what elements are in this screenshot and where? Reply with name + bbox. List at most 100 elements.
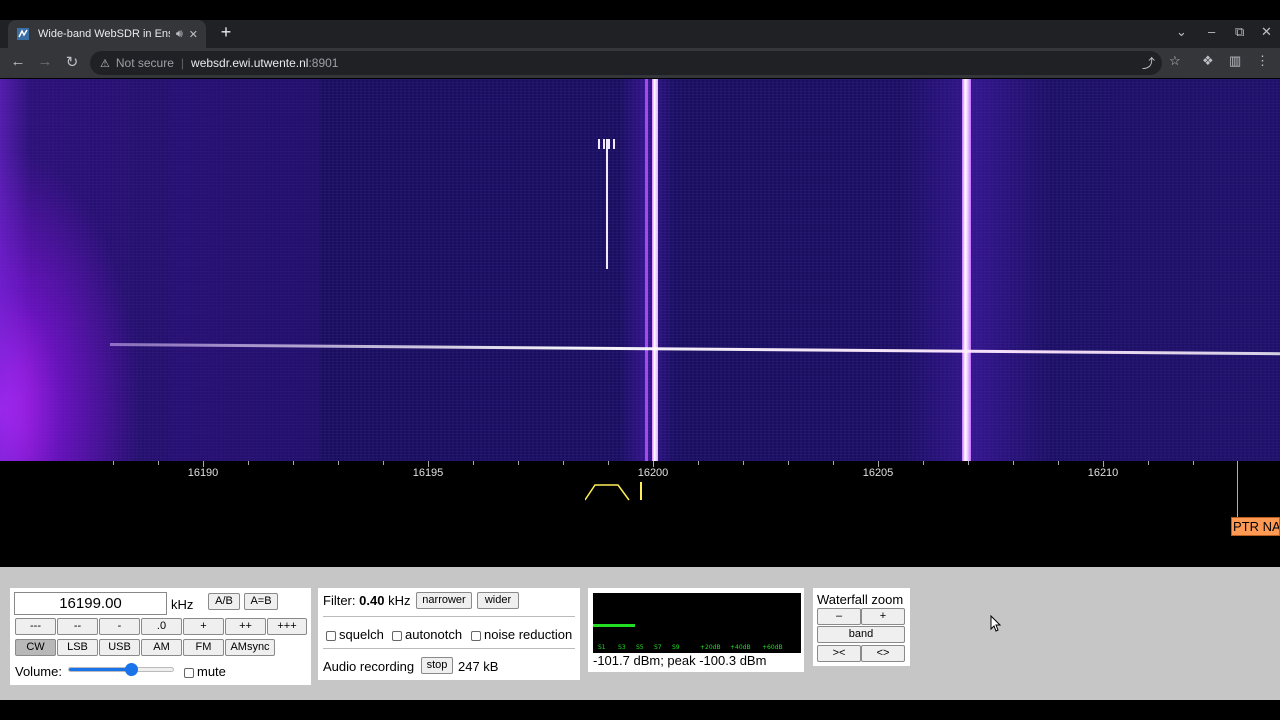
mode-amsync-button[interactable]: AMsync bbox=[225, 639, 275, 656]
signal-meter: S1 S3 S5 S7 S9 +20dB +40dB +60dB bbox=[593, 593, 801, 653]
frequency-scale[interactable]: PTR NA 16190 16195 16200 16205 16210 bbox=[0, 461, 1280, 567]
round-frequency-button[interactable]: .0 bbox=[141, 618, 182, 635]
scale-label: 16210 bbox=[1087, 467, 1119, 479]
forward-icon[interactable]: → bbox=[35, 53, 55, 70]
signal-scale-label: S9 bbox=[672, 644, 680, 651]
volume-slider[interactable] bbox=[68, 663, 174, 676]
frequency-unit: kHz bbox=[171, 597, 194, 612]
share-icon[interactable]: ⤴ bbox=[1142, 53, 1155, 72]
scale-tick bbox=[788, 461, 789, 465]
mute-checkbox[interactable]: mute bbox=[184, 664, 226, 679]
waterfall-display[interactable] bbox=[0, 79, 1280, 461]
url-port: :8901 bbox=[308, 56, 339, 70]
mode-lsb-button[interactable]: LSB bbox=[57, 639, 98, 656]
scale-label: 16205 bbox=[862, 467, 894, 479]
squelch-checkbox-box[interactable] bbox=[326, 630, 336, 641]
step-down-medium-button[interactable]: -- bbox=[57, 618, 98, 635]
autonotch-checkbox[interactable]: autonotch bbox=[392, 627, 462, 642]
filter-divider bbox=[323, 616, 575, 617]
scale-tick bbox=[1193, 461, 1194, 465]
signal-scale-label: S3 bbox=[618, 644, 626, 651]
scale-tick bbox=[383, 461, 384, 465]
recording-label: Audio recording bbox=[323, 659, 415, 674]
scale-tick bbox=[1058, 461, 1059, 465]
autonotch-label: autonotch bbox=[405, 627, 463, 642]
bottom-bar bbox=[0, 700, 1280, 720]
a-equals-b-button[interactable]: A=B bbox=[244, 593, 278, 610]
zoom-in-button[interactable]: + bbox=[861, 608, 905, 625]
speaker-icon[interactable]: 🔊︎ bbox=[176, 28, 183, 41]
narrower-button[interactable]: narrower bbox=[416, 592, 472, 609]
tab-title: Wide-band WebSDR in Ensch bbox=[38, 28, 170, 40]
address-bar[interactable]: ⚠ Not secure | websdr.ewi.utwente.nl :89… bbox=[90, 51, 1162, 75]
scale-tick bbox=[1148, 461, 1149, 465]
new-tab-button[interactable]: + bbox=[216, 22, 236, 43]
step-up-large-button[interactable]: +++ bbox=[267, 618, 307, 635]
squelch-label: squelch bbox=[339, 627, 384, 642]
close-window-icon[interactable]: ✕ bbox=[1261, 24, 1272, 40]
bookmark-star-icon[interactable]: ☆ bbox=[1169, 53, 1181, 69]
mouse-pointer-icon bbox=[990, 615, 1002, 632]
waterfall-carrier bbox=[962, 79, 971, 461]
mode-am-button[interactable]: AM bbox=[141, 639, 182, 656]
back-icon[interactable]: ← bbox=[8, 53, 28, 70]
tab-close-icon[interactable]: ✕ bbox=[189, 28, 198, 41]
volume-slider-thumb[interactable] bbox=[125, 663, 139, 676]
squelch-checkbox[interactable]: squelch bbox=[326, 627, 384, 642]
waterfall-zoom-title: Waterfall zoom bbox=[817, 592, 904, 607]
signal-scale-label: S1 bbox=[598, 644, 606, 651]
tuning-marker[interactable] bbox=[640, 482, 642, 500]
noise-reduction-checkbox-box[interactable] bbox=[471, 630, 481, 641]
noise-reduction-label: noise reduction bbox=[484, 627, 573, 642]
mute-checkbox-box[interactable] bbox=[184, 667, 194, 678]
frequency-input[interactable]: 16199.00 bbox=[14, 592, 167, 615]
filter-label: Filter: bbox=[323, 593, 356, 608]
wider-button[interactable]: wider bbox=[477, 592, 519, 609]
step-down-small-button[interactable]: - bbox=[99, 618, 140, 635]
scale-tick bbox=[923, 461, 924, 465]
ab-button[interactable]: A/B bbox=[208, 593, 240, 610]
omnibox-separator: | bbox=[180, 56, 185, 70]
stop-recording-button[interactable]: stop bbox=[421, 657, 453, 674]
waterfall-band bbox=[170, 79, 320, 461]
mode-fm-button[interactable]: FM bbox=[183, 639, 224, 656]
url-host: websdr.ewi.utwente.nl bbox=[191, 56, 309, 70]
scale-tick bbox=[1013, 461, 1014, 465]
zoom-out-button[interactable]: – bbox=[817, 608, 861, 625]
step-up-small-button[interactable]: + bbox=[183, 618, 224, 635]
restore-icon[interactable]: ⧉ bbox=[1235, 24, 1244, 40]
station-marker-label[interactable]: PTR NA bbox=[1231, 517, 1280, 536]
browser-tab[interactable]: Wide-band WebSDR in Ensch 🔊︎ ✕ bbox=[8, 20, 206, 48]
browser-toolbar: ← → ↻ ⚠ Not secure | websdr.ewi.utwente.… bbox=[0, 48, 1280, 78]
tab-search-icon[interactable]: ⌄ bbox=[1176, 24, 1187, 40]
volume-label: Volume: bbox=[15, 664, 62, 679]
scale-tick bbox=[518, 461, 519, 465]
extensions-icon[interactable]: ❖ bbox=[1202, 53, 1214, 69]
reload-icon[interactable]: ↻ bbox=[62, 53, 82, 71]
signal-reading: -101.7 dBm; peak -100.3 dBm bbox=[593, 653, 767, 668]
minimize-icon[interactable]: – bbox=[1208, 24, 1215, 39]
step-down-large-button[interactable]: --- bbox=[15, 618, 56, 635]
scale-tick bbox=[473, 461, 474, 465]
control-panel: 16199.00 kHz A/B A=B --- -- - .0 + ++ ++… bbox=[0, 567, 1280, 700]
mode-usb-button[interactable]: USB bbox=[99, 639, 140, 656]
zoom-band-button[interactable]: band bbox=[817, 626, 905, 643]
scale-tick bbox=[158, 461, 159, 465]
mode-cw-button[interactable]: CW bbox=[15, 639, 56, 656]
waterfall-zoom-panel: Waterfall zoom – + band >< <> bbox=[813, 588, 910, 666]
menu-icon[interactable]: ⋮ bbox=[1256, 53, 1269, 69]
scale-tick bbox=[743, 461, 744, 465]
station-marker-line bbox=[1237, 461, 1238, 518]
zoom-wide-button[interactable]: <> bbox=[861, 645, 905, 662]
warning-icon: ⚠ bbox=[100, 57, 110, 70]
autonotch-checkbox-box[interactable] bbox=[392, 630, 402, 641]
passband-indicator[interactable] bbox=[585, 483, 631, 501]
step-up-medium-button[interactable]: ++ bbox=[225, 618, 266, 635]
noise-reduction-checkbox[interactable]: noise reduction bbox=[471, 627, 572, 642]
frequency-panel: 16199.00 kHz A/B A=B --- -- - .0 + ++ ++… bbox=[10, 588, 311, 685]
waterfall-carrier bbox=[645, 79, 648, 461]
side-panel-icon[interactable]: ▥ bbox=[1229, 53, 1241, 69]
waterfall-pulse-trace bbox=[606, 139, 608, 269]
zoom-narrow-button[interactable]: >< bbox=[817, 645, 861, 662]
filter-value: 0.40 bbox=[359, 593, 385, 608]
